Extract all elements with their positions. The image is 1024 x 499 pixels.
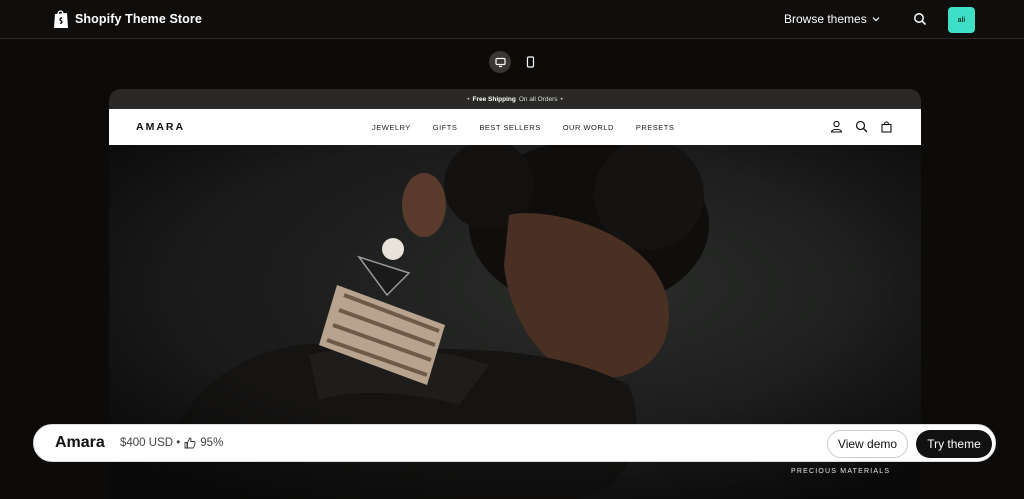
user-avatar[interactable]: ali <box>948 7 975 33</box>
nav-item-presets[interactable]: PRESETS <box>636 123 675 132</box>
desktop-preview-toggle[interactable] <box>489 51 511 73</box>
theme-info-bar: Amara $400 USD • 95% View demo Try theme <box>33 424 996 462</box>
browse-themes-dropdown[interactable]: Browse themes <box>784 12 880 26</box>
cart-icon[interactable] <box>880 120 893 133</box>
theme-price: $400 USD • <box>120 437 181 449</box>
nav-item-best-sellers[interactable]: BEST SELLERS <box>479 123 540 132</box>
shop-header-icons <box>830 120 893 133</box>
brand-text: Shopify Theme Store <box>75 12 202 26</box>
try-theme-button[interactable]: Try theme <box>916 430 992 458</box>
nav-item-gifts[interactable]: GIFTS <box>433 123 458 132</box>
theme-name: Amara <box>55 434 105 451</box>
desktop-icon <box>494 57 506 67</box>
search-icon[interactable] <box>913 12 927 26</box>
thumbs-up-icon <box>184 437 196 449</box>
mobile-preview-toggle[interactable] <box>519 51 541 73</box>
nav-item-our-world[interactable]: OUR WORLD <box>563 123 614 132</box>
announcement-text: On all Orders <box>518 95 558 103</box>
price-rating: $400 USD • 95% <box>120 437 223 449</box>
shop-header: AMARA JEWELRY GIFTS BEST SELLERS OUR WOR… <box>109 109 921 145</box>
hero-caption: PRECIOUS MATERIALS <box>791 468 891 475</box>
chevron-down-icon <box>872 17 880 22</box>
nav-item-jewelry[interactable]: JEWELRY <box>372 123 411 132</box>
account-icon[interactable] <box>830 120 843 133</box>
mobile-icon <box>526 56 534 68</box>
shopify-theme-store-logo[interactable]: Shopify Theme Store <box>53 9 202 29</box>
theme-rating: 95% <box>200 437 224 449</box>
shop-logo[interactable]: AMARA <box>136 121 185 133</box>
shopify-bag-icon <box>54 10 68 28</box>
browse-themes-label: Browse themes <box>784 12 867 26</box>
view-demo-button[interactable]: View demo <box>827 430 908 458</box>
shop-nav: JEWELRY GIFTS BEST SELLERS OUR WORLD PRE… <box>372 123 674 132</box>
top-navigation-bar: Shopify Theme Store Browse themes ali <box>0 0 1024 39</box>
announcement-bold: Free Shipping <box>472 95 516 103</box>
search-icon[interactable] <box>855 120 868 133</box>
announcement-bar: • Free Shipping On all Orders • <box>109 89 921 109</box>
